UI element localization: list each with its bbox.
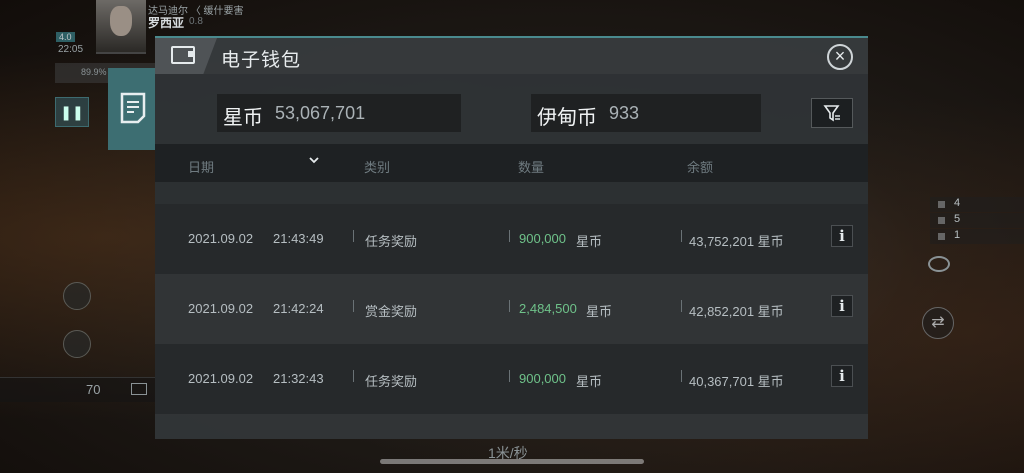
- info-button[interactable]: i: [831, 225, 853, 247]
- counter-row: 4: [930, 197, 1024, 212]
- row-amount-unit: 星币: [586, 304, 613, 319]
- row-balance: 43,752,201 星币: [689, 234, 784, 249]
- column-category: 类别: [364, 160, 391, 175]
- wallet-side-tab[interactable]: [108, 68, 156, 150]
- clock: 22:05: [58, 44, 84, 55]
- swap-icon[interactable]: ⇄: [922, 307, 954, 339]
- pilot-avatar[interactable]: [96, 0, 146, 54]
- target-orb-icon[interactable]: [63, 282, 91, 310]
- wallet-icon: [171, 46, 195, 64]
- transaction-list: 2021.09.02 21:43:49 任务奖励 900,000 星币 43,7…: [155, 182, 868, 439]
- row-amount-unit: 星币: [576, 374, 603, 389]
- row-date: 2021.09.02: [188, 371, 254, 386]
- row-date: 2021.09.02: [188, 301, 254, 316]
- divider: [509, 230, 510, 242]
- divider: [509, 370, 510, 382]
- header-accent-line: [155, 36, 868, 38]
- row-amount: 900,000: [519, 371, 566, 386]
- row-balance: 40,367,701 星币: [689, 374, 784, 389]
- right-counters: 4 5 1: [930, 197, 1024, 245]
- pilot-security: 0.8: [189, 16, 203, 27]
- wallet-icon-box: [155, 38, 217, 74]
- currency-summary: 星币 53,067,701 伊甸币 933: [155, 74, 868, 144]
- pilot-orb-icon[interactable]: [63, 330, 91, 358]
- divider: [681, 370, 682, 382]
- row-amount: 900,000: [519, 231, 566, 246]
- ship-status-text: 89.9%: [81, 67, 107, 77]
- table-row: 2021.09.02 21:43:49 任务奖励 900,000 星币 43,7…: [155, 204, 868, 274]
- currency-name: 星币: [223, 107, 263, 129]
- column-amount: 数量: [518, 160, 545, 175]
- counter-row: 1: [930, 229, 1024, 244]
- filter-icon: [823, 105, 840, 122]
- divider: [353, 300, 354, 312]
- table-row: 2021.09.02 21:32:43 任务奖励 900,000 星币 40,3…: [155, 344, 868, 414]
- wallet-panel: 电子钱包 × 星币 53,067,701 伊甸币 933 日期 类别 数量 余额: [155, 36, 868, 439]
- divider: [681, 300, 682, 312]
- star-coin-balance: 星币 53,067,701: [217, 94, 461, 132]
- eye-icon[interactable]: [928, 256, 950, 272]
- table-row-partial: [155, 414, 868, 439]
- currency-name: 伊甸币: [537, 107, 597, 129]
- eden-coin-balance: 伊甸币 933: [531, 94, 761, 132]
- column-header: 日期 类别 数量 余额: [155, 144, 868, 182]
- pilot-name: 罗西亚: [148, 16, 185, 30]
- level-badge: 4.0: [56, 32, 75, 42]
- counter-row: 5: [930, 213, 1024, 228]
- counter-icon: [938, 201, 945, 208]
- currency-value: 53,067,701: [275, 103, 366, 123]
- currency-value: 933: [609, 103, 640, 123]
- divider: [681, 230, 682, 242]
- row-category: 赏金奖励: [365, 304, 418, 319]
- info-button[interactable]: i: [831, 365, 853, 387]
- document-icon: [120, 92, 146, 124]
- row-category: 任务奖励: [365, 234, 418, 249]
- bottom-left-bar: 70: [0, 377, 155, 402]
- crew-count: 70: [86, 382, 101, 397]
- mail-icon[interactable]: [131, 383, 147, 395]
- counter-icon: [938, 233, 945, 240]
- table-row: 2021.09.02 21:42:24 赏金奖励 2,484,500 星币 42…: [155, 274, 868, 344]
- divider: [353, 370, 354, 382]
- counter-icon: [938, 217, 945, 224]
- chevron-down-icon[interactable]: [309, 155, 319, 165]
- pilot-face: [110, 6, 132, 36]
- divider: [353, 230, 354, 242]
- close-button[interactable]: ×: [827, 44, 853, 70]
- row-time: 21:42:24: [273, 301, 324, 316]
- row-amount: 2,484,500: [519, 301, 577, 316]
- row-category: 任务奖励: [365, 374, 418, 389]
- row-time: 21:32:43: [273, 371, 324, 386]
- row-amount-unit: 星币: [576, 234, 603, 249]
- column-date[interactable]: 日期: [188, 157, 214, 176]
- wallet-title: 电子钱包: [221, 50, 302, 71]
- row-time: 21:43:49: [273, 231, 324, 246]
- list-spacer: [155, 182, 868, 204]
- filter-button[interactable]: [811, 98, 853, 128]
- row-balance: 42,852,201 星币: [689, 304, 784, 319]
- row-date: 2021.09.02: [188, 231, 254, 246]
- wallet-header: 电子钱包 ×: [155, 36, 868, 74]
- pause-button[interactable]: ❚❚: [55, 97, 89, 127]
- info-button[interactable]: i: [831, 295, 853, 317]
- column-balance: 余额: [687, 160, 714, 175]
- home-indicator[interactable]: [380, 459, 644, 464]
- divider: [509, 300, 510, 312]
